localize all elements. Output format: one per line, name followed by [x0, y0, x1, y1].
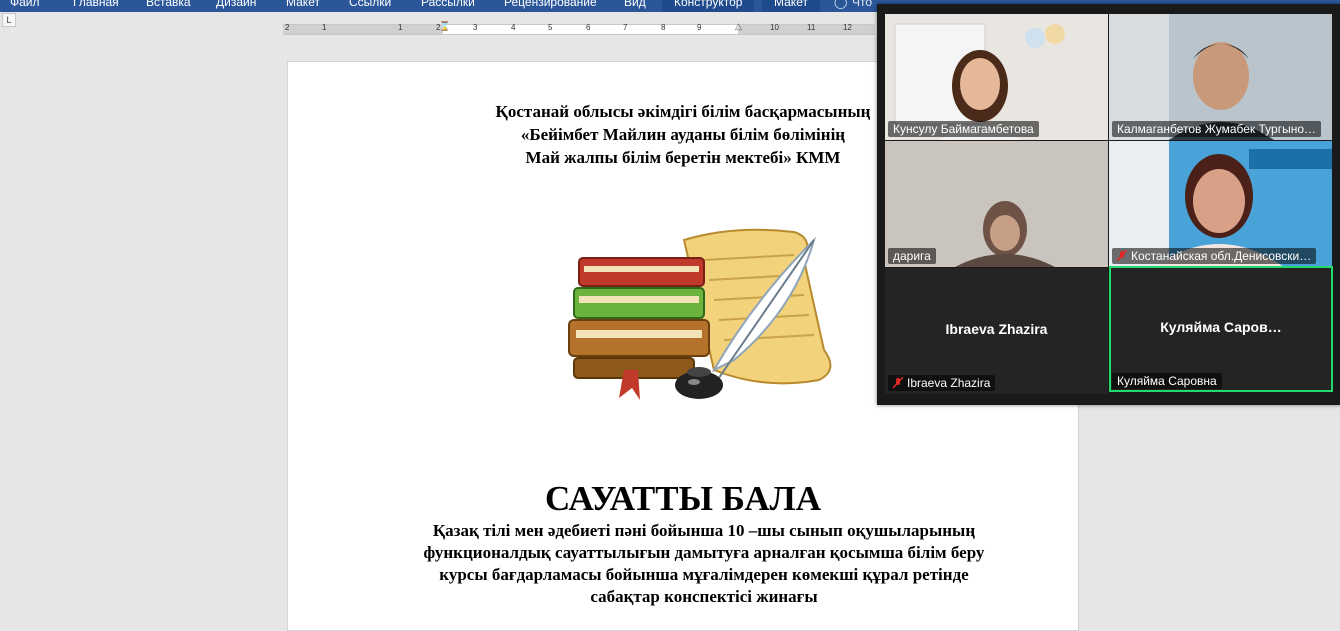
active-speaker-tile[interactable]: Куляйма Саров… Куляйма Саровна — [1109, 266, 1333, 392]
tab-table-layout[interactable]: Макет — [762, 0, 820, 12]
ruler-left-margin — [283, 25, 443, 34]
ruler-number: 8 — [661, 23, 666, 32]
document-subtitle: Қазақ тілі мен әдебиеті пәні бойынша 10 … — [348, 520, 1060, 608]
tab-design[interactable]: Дизайн — [212, 0, 260, 12]
tell-me-search[interactable]: Что — [848, 0, 876, 12]
participant-name-label: Ibraeva Zhazira — [888, 375, 996, 391]
participant-name-label: Кунсулу Баймагамбетова — [888, 121, 1039, 137]
participant-video-tile[interactable]: дарига — [885, 141, 1108, 267]
subtitle-line: курсы бағдарламасы бойынша мұғалімдерен … — [439, 565, 969, 584]
lightbulb-icon[interactable]: ◯ — [834, 0, 847, 9]
ruler-number: 1 — [322, 23, 327, 32]
subtitle-line: функционалдық сауаттылығын дамытуға арна… — [423, 543, 985, 562]
participant-display-name: Куляйма Саров… — [1160, 319, 1282, 335]
ruler-number: 10 — [770, 23, 779, 32]
video-call-gallery[interactable]: Кунсулу Баймагамбетова Калмаганбетов Жум… — [877, 4, 1340, 405]
tab-insert[interactable]: Вставка — [142, 0, 195, 12]
participant-name-text: Костанайская обл.Денисовски… — [1131, 249, 1312, 263]
participant-display-name: Ibraeva Zhazira — [945, 321, 1048, 337]
ruler-number: 9 — [697, 23, 702, 32]
right-indent-icon[interactable]: △ — [735, 21, 742, 32]
participant-name-label: Калмаганбетов Жумабек Тургыно… — [1112, 121, 1321, 137]
tab-references[interactable]: Ссылки — [345, 0, 395, 12]
ruler-number: 12 — [843, 23, 852, 32]
ruler-number: 6 — [586, 23, 591, 32]
tab-home[interactable]: Главная — [69, 0, 123, 12]
muted-mic-icon — [1116, 249, 1128, 262]
participant-name-label: Куляйма Саровна — [1112, 373, 1222, 389]
tab-table-design[interactable]: Конструктор — [662, 0, 755, 12]
ruler-number: 5 — [548, 23, 553, 32]
books-scroll-quill-illustration — [568, 228, 832, 400]
ruler-number: 3 — [473, 23, 478, 32]
participant-video-tile[interactable]: Калмаганбетов Жумабек Тургыно… — [1109, 14, 1332, 140]
participant-name-label: дарига — [888, 248, 936, 264]
tab-view[interactable]: Вид — [620, 0, 650, 12]
participant-name-text: Ibraeva Zhazira — [907, 376, 991, 390]
ruler-number: 7 — [623, 23, 628, 32]
tab-layout[interactable]: Макет — [282, 0, 324, 12]
tab-review[interactable]: Рецензирование — [500, 0, 601, 12]
ruler-number: 1 — [398, 23, 403, 32]
ruler-number: 11 — [807, 23, 816, 32]
subtitle-line: сабақтар конспектісі жинағы — [590, 587, 818, 606]
participant-name-label: Костанайская обл.Денисовски… — [1112, 248, 1317, 264]
participant-video-tile[interactable]: Кунсулу Баймагамбетова — [885, 14, 1108, 140]
muted-mic-icon — [892, 376, 904, 389]
first-line-indent-icon[interactable]: ⌛ — [439, 21, 450, 32]
participant-video-tile[interactable]: Ibraeva Zhazira Ibraeva Zhazira — [885, 268, 1108, 394]
participant-video-tile[interactable]: Костанайская обл.Денисовски… — [1109, 141, 1332, 267]
subtitle-line: Қазақ тілі мен әдебиеті пәні бойынша 10 … — [432, 521, 976, 540]
tab-file[interactable]: Файл — [6, 0, 44, 12]
document-title: САУАТТЫ БАЛА — [544, 479, 822, 518]
ruler-number: 2 — [285, 23, 290, 32]
tab-stop-selector-icon[interactable]: L — [2, 13, 16, 27]
horizontal-ruler[interactable]: 2 1 1 2 3 4 5 6 7 8 9 10 11 12 ⌛ △ — [283, 21, 875, 35]
tab-mailings[interactable]: Рассылки — [417, 0, 479, 12]
ruler-number: 4 — [511, 23, 516, 32]
